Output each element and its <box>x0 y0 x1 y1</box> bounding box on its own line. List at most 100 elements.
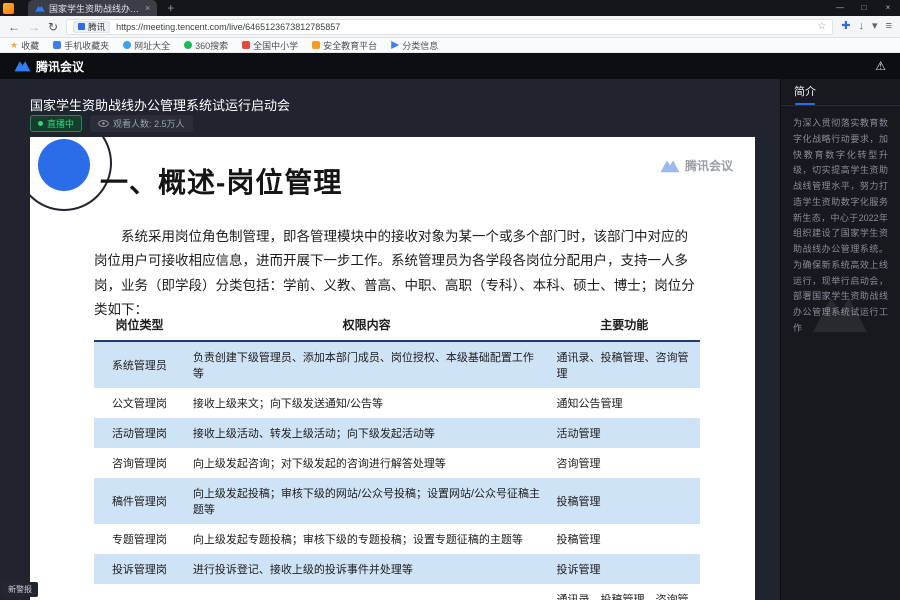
cell: 接收上级活动、转发上级活动；向下级发起活动等 <box>185 418 549 448</box>
table-header-row: 岗位类型 权限内容 主要功能 <box>94 309 700 341</box>
safety-icon <box>312 41 320 49</box>
bookmark-item-favorites[interactable]: ★ 收藏 <box>10 39 39 52</box>
globe-icon <box>123 41 131 49</box>
cell: 向上级发起咨询；对下级发起的咨询进行解答处理等 <box>185 448 549 478</box>
shield-icon <box>78 23 85 30</box>
bookmark-item-school[interactable]: 全国中小学 <box>242 39 298 52</box>
meeting-m-icon <box>14 60 31 72</box>
viewer-count-label: 观看人数: 2.5万人 <box>113 117 185 130</box>
school-icon <box>242 41 250 49</box>
paper-plane-icon <box>391 41 399 49</box>
url-text[interactable]: https://meeting.tencent.com/live/6465123… <box>116 22 811 32</box>
meeting-m-icon <box>660 159 680 173</box>
column-header: 权限内容 <box>185 309 549 341</box>
window-controls: — □ × <box>828 0 900 16</box>
position-table: 岗位类型 权限内容 主要功能 系统管理员 负责创建下级管理员、添加本部门成员、岗… <box>94 309 700 600</box>
tab-close-icon[interactable]: × <box>145 3 150 13</box>
maximize-button[interactable]: □ <box>852 0 876 16</box>
minimize-button[interactable]: — <box>828 0 852 16</box>
back-button[interactable]: ← <box>8 21 20 33</box>
live-sidebar: 简介 为深入贯彻落实教育数字化战略行动要求，加快教育数字化转型升级，切实提高学生… <box>780 79 900 600</box>
cell: 通讯录、投稿管理、咨询管理 <box>548 341 700 388</box>
phone-icon <box>53 41 61 49</box>
cell: 进行投诉登记、接收上级的投诉事件并处理等 <box>185 554 549 584</box>
bookmark-label: 收藏 <box>21 39 39 52</box>
slide-title: 一、概述-岗位管理 <box>100 161 342 201</box>
cell: 专题管理岗 <box>94 524 185 554</box>
eye-icon <box>98 120 109 127</box>
cell: 接收上级来文；向下级发送通知/公告等 <box>185 388 549 418</box>
cell: 咨询管理岗 <box>94 448 185 478</box>
bookmark-label: 360搜索 <box>195 39 228 52</box>
slide-paragraph: 系统采用岗位角色制管理，即各管理模块中的接收对象为某一个或多个部门时，该部门中对… <box>94 225 700 322</box>
browser-tab-strip: 国家学生资助战线办公管理… × + — □ × <box>0 0 900 16</box>
bookmark-item-safety[interactable]: 安全教育平台 <box>312 39 377 52</box>
menu-icon[interactable]: ≡ <box>886 21 892 32</box>
live-stream-area: 国家学生资助战线办公管理系统试运行启动会 直播中 观看人数: 2.5万人 腾讯会… <box>0 79 780 600</box>
new-tab-button[interactable]: + <box>167 2 174 14</box>
bookmark-label: 手机收藏夹 <box>64 39 109 52</box>
site-verification-badge[interactable]: 腾讯 <box>73 21 110 33</box>
tencent-meeting-favicon <box>35 5 45 12</box>
bookmark-label: 网址大全 <box>134 39 170 52</box>
dropdown-icon[interactable]: ▾ <box>872 21 878 32</box>
table-row: 稿件管理岗 向上级发起投稿；审核下级的网站/公众号投稿；设置网站/公众号征稿主题… <box>94 478 700 524</box>
live-meta: 直播中 观看人数: 2.5万人 <box>30 115 193 132</box>
table-row: 活动管理岗 接收上级活动、转发上级活动；向下级发起活动等 活动管理 <box>94 418 700 448</box>
reload-button[interactable]: ↻ <box>48 21 58 33</box>
column-header: 主要功能 <box>548 309 700 341</box>
bookmark-item-phone[interactable]: 手机收藏夹 <box>53 39 109 52</box>
cell: 查看组织、成员信息；发起投稿；发起咨询 <box>185 584 549 600</box>
presentation-slide: 腾讯会议 一、概述-岗位管理 系统采用岗位角色制管理，即各管理模块中的接收对象为… <box>30 137 755 600</box>
cell: 活动管理 <box>548 418 700 448</box>
address-bar[interactable]: 腾讯 https://meeting.tencent.com/live/6465… <box>66 19 833 35</box>
brand-name: 腾讯会议 <box>36 58 84 75</box>
cell: 投诉管理 <box>548 554 700 584</box>
bookmark-label: 全国中小学 <box>253 39 298 52</box>
download-icon[interactable]: ↓ <box>859 21 865 32</box>
table-row: 公文管理岗 接收上级来文；向下级发送通知/公告等 通知公告管理 <box>94 388 700 418</box>
cell: 普通用户 <box>94 584 185 600</box>
site-header: 腾讯会议 ⚠ <box>0 53 900 79</box>
forward-button[interactable]: → <box>28 21 40 33</box>
bookmark-item-360search[interactable]: 360搜索 <box>184 39 228 52</box>
live-status-label: 直播中 <box>47 117 74 130</box>
browser-toolbar: ← → ↻ 腾讯 https://meeting.tencent.com/liv… <box>0 16 900 38</box>
live-icon <box>38 121 43 126</box>
cell: 咨询管理 <box>548 448 700 478</box>
cell: 稿件管理岗 <box>94 478 185 524</box>
cell: 负责创建下级管理员、添加本部门成员、岗位授权、本级基础配置工作等 <box>185 341 549 388</box>
bookmark-star-icon[interactable]: ☆ <box>817 21 826 32</box>
search-360-icon <box>184 41 192 49</box>
cell: 向上级发起专题投稿；审核下级的专题投稿；设置专题征稿的主题等 <box>185 524 549 554</box>
bookmark-item-classified[interactable]: 分类信息 <box>391 39 438 52</box>
cell: 投稿管理 <box>548 524 700 554</box>
cell: 活动管理岗 <box>94 418 185 448</box>
browser-tab[interactable]: 国家学生资助战线办公管理… × <box>28 0 157 16</box>
live-title: 国家学生资助战线办公管理系统试运行启动会 <box>30 95 290 114</box>
table-row: 咨询管理岗 向上级发起咨询；对下级发起的咨询进行解答处理等 咨询管理 <box>94 448 700 478</box>
table-row: 投诉管理岗 进行投诉登记、接收上级的投诉事件并处理等 投诉管理 <box>94 554 700 584</box>
star-icon: ★ <box>10 41 18 50</box>
warning-icon[interactable]: ⚠ <box>875 59 886 73</box>
watermark-logo-icon <box>811 294 869 339</box>
tab-title: 国家学生资助战线办公管理… <box>49 2 141 15</box>
extensions-icon[interactable]: ✚ <box>841 21 850 32</box>
slide-logo-label: 腾讯会议 <box>685 157 733 174</box>
close-button[interactable]: × <box>876 0 900 16</box>
bookmark-item-sites[interactable]: 网址大全 <box>123 39 170 52</box>
table-row: 系统管理员 负责创建下级管理员、添加本部门成员、岗位授权、本级基础配置工作等 通… <box>94 341 700 388</box>
sidebar-tabs: 简介 <box>781 79 900 106</box>
tencent-meeting-logo[interactable]: 腾讯会议 <box>14 58 84 75</box>
browser-logo-icon[interactable] <box>3 3 14 14</box>
column-header: 岗位类型 <box>94 309 185 341</box>
cell: 投稿管理 <box>548 478 700 524</box>
table-row: 专题管理岗 向上级发起专题投稿；审核下级的专题投稿；设置专题征稿的主题等 投稿管… <box>94 524 700 554</box>
bookmark-label: 安全教育平台 <box>323 39 377 52</box>
tab-intro[interactable]: 简介 <box>794 83 816 105</box>
overlay-badge: 新警报 <box>2 582 38 597</box>
bookmarks-bar: ★ 收藏 手机收藏夹 网址大全 360搜索 全国中小学 安全教育平台 分类信息 <box>0 38 900 53</box>
bookmark-label: 分类信息 <box>402 39 438 52</box>
decoration-circle <box>38 139 90 191</box>
cell: 通讯录、投稿管理、咨询管理 <box>548 584 700 600</box>
